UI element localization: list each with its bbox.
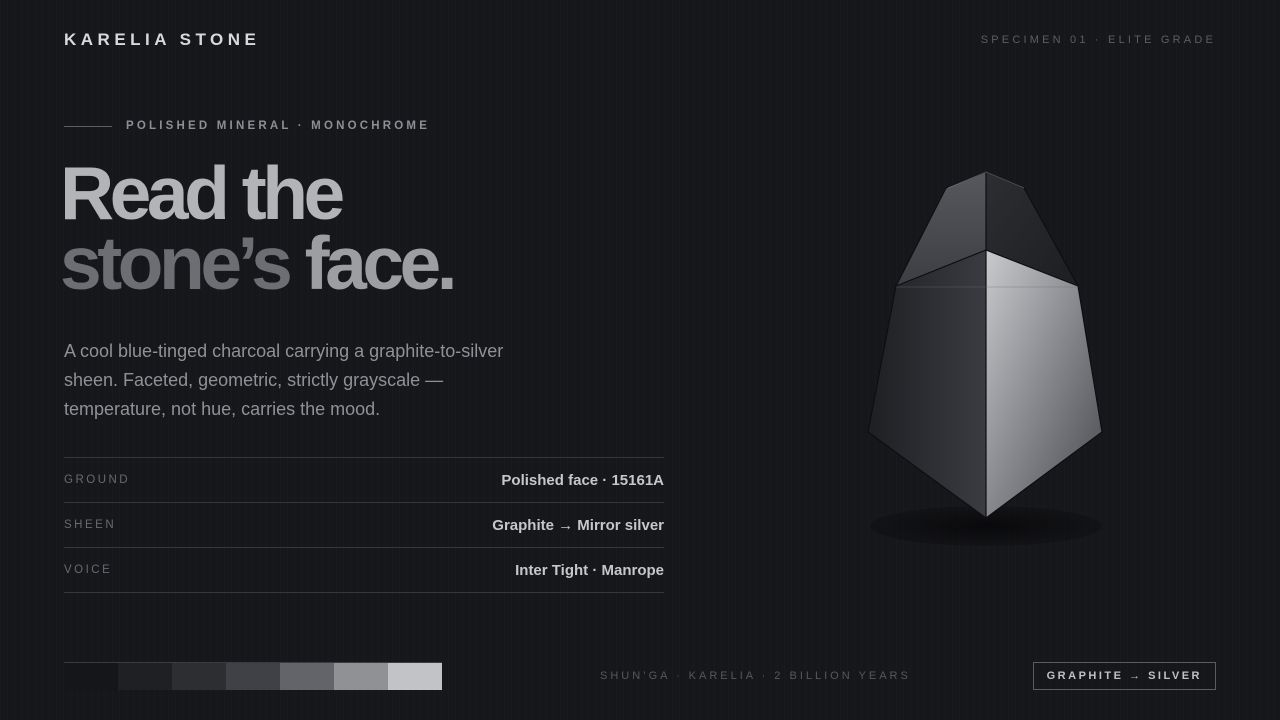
headline-word-face: face. xyxy=(304,221,458,305)
spec-value: Polished face · 15161A xyxy=(501,471,664,489)
stone-facet-body-left xyxy=(868,250,986,518)
brand-wordmark[interactable]: KARELIA STONE xyxy=(64,30,260,50)
swatch xyxy=(388,663,442,690)
eyebrow: POLISHED MINERAL · MONOCHROME xyxy=(64,120,430,132)
footer-note: SHUN’GA · KARELIA · 2 BILLION YEARS xyxy=(600,670,911,682)
eyebrow-text: POLISHED MINERAL · MONOCHROME xyxy=(126,120,431,132)
spec-row-voice: VOICE Inter Tight · Manrope xyxy=(64,548,664,593)
headline-line-2: stone’s face. xyxy=(60,226,458,301)
lede-paragraph: A cool blue-tinged charcoal carrying a g… xyxy=(64,341,504,419)
swatch xyxy=(334,663,388,690)
spec-key: SHEEN xyxy=(64,519,117,531)
eyebrow-rule xyxy=(64,125,112,127)
headline-word-stones: stone’s xyxy=(60,221,293,305)
headline: Read the stone’s face. xyxy=(60,151,458,301)
headline-line-1: Read the xyxy=(60,151,345,235)
spec-value: Graphite → Mirror silver xyxy=(492,516,664,534)
graphite-silver-badge[interactable]: GRAPHITE → SILVER xyxy=(1032,662,1216,690)
spec-row-sheen: SHEEN Graphite → Mirror silver xyxy=(64,503,664,548)
swatch xyxy=(64,663,118,690)
spec-row-ground: GROUND Polished face · 15161A xyxy=(64,458,664,503)
swatch xyxy=(226,663,280,690)
stone-facet-body-right xyxy=(986,250,1102,518)
color-swatches xyxy=(64,662,442,690)
swatch xyxy=(118,663,172,690)
spec-key: GROUND xyxy=(64,474,131,486)
faceted-stone-illustration xyxy=(867,171,1103,546)
specimen-label: SPECIMEN 01 · ELITE GRADE xyxy=(980,34,1216,46)
spec-table: GROUND Polished face · 15161A SHEEN Grap… xyxy=(64,457,664,593)
spec-value: Inter Tight · Manrope xyxy=(515,561,664,579)
swatch xyxy=(280,663,334,690)
swatch xyxy=(172,663,226,690)
spec-key: VOICE xyxy=(64,564,113,576)
